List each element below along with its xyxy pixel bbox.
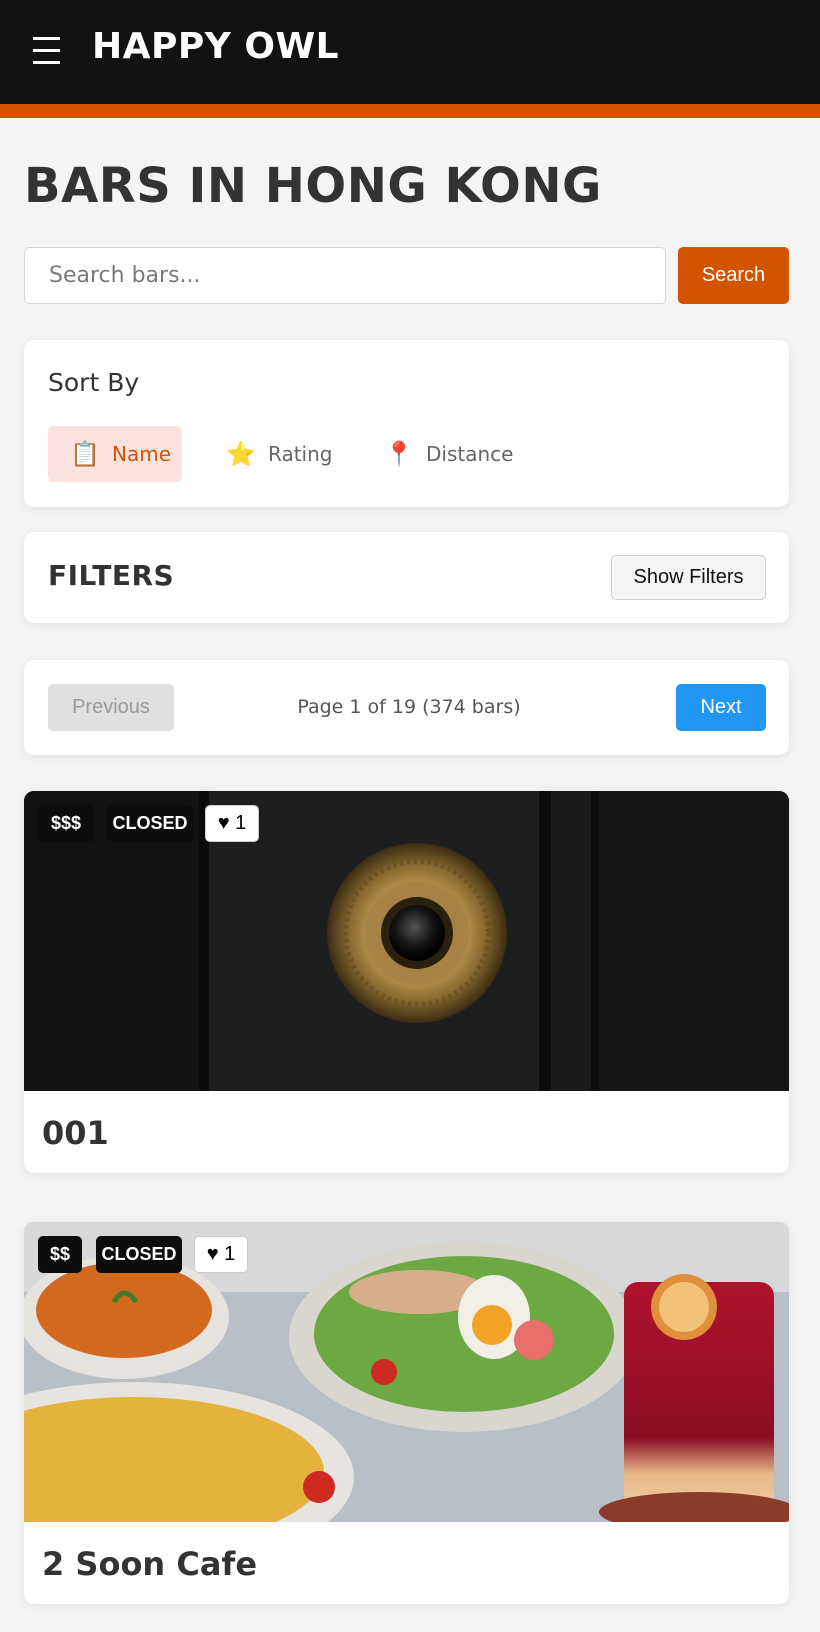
sort-option-label: Distance — [426, 442, 514, 466]
price-badge: $$$ — [38, 805, 94, 842]
sort-title: Sort By — [48, 368, 140, 397]
filters-panel: FILTERS Show Filters — [24, 532, 789, 623]
bar-name: 2 Soon Cafe — [42, 1545, 258, 1583]
bar-card[interactable]: $$$ CLOSED ♥ 1 001 — [24, 791, 789, 1173]
price-badge: $$ — [38, 1236, 82, 1273]
top-navbar: HAPPY OWL — [0, 0, 820, 104]
sort-option-label: Name — [112, 442, 172, 466]
filters-title: FILTERS — [48, 559, 175, 592]
sort-option-rating[interactable]: ⭐ Rating — [204, 426, 352, 482]
page-info-text: Page 1 of 19 (374 bars) — [297, 696, 521, 718]
next-page-button[interactable]: Next — [676, 684, 766, 731]
bar-card[interactable]: $$ CLOSED ♥ 1 2 Soon Cafe — [24, 1222, 789, 1604]
show-filters-button[interactable]: Show Filters — [611, 555, 766, 600]
sort-option-name[interactable]: 📋 Name — [48, 426, 182, 482]
header-accent-stripe — [0, 104, 820, 118]
star-icon: ⭐ — [226, 440, 256, 468]
previous-page-button[interactable]: Previous — [48, 684, 174, 731]
search-input[interactable] — [24, 247, 666, 304]
search-button[interactable]: Search — [678, 247, 789, 304]
bar-name: 001 — [42, 1114, 109, 1152]
brand-logo-text[interactable]: HAPPY OWL — [92, 26, 339, 67]
clipboard-icon: 📋 — [70, 440, 100, 468]
sort-option-distance[interactable]: 📍 Distance — [362, 426, 526, 482]
favorite-count-badge[interactable]: ♥ 1 — [205, 805, 259, 842]
pagination-panel: Previous Page 1 of 19 (374 bars) Next — [24, 660, 789, 755]
pin-icon: 📍 — [384, 440, 414, 468]
page-title: BARS IN HONG KONG — [24, 158, 602, 214]
status-badge: CLOSED — [107, 805, 193, 842]
favorite-count-badge[interactable]: ♥ 1 — [194, 1236, 248, 1273]
sort-option-label: Rating — [268, 442, 333, 466]
sort-panel: Sort By 📋 Name ⭐ Rating 📍 Distance — [24, 340, 789, 507]
hamburger-menu-icon[interactable] — [33, 37, 60, 64]
status-badge: CLOSED — [96, 1236, 182, 1273]
